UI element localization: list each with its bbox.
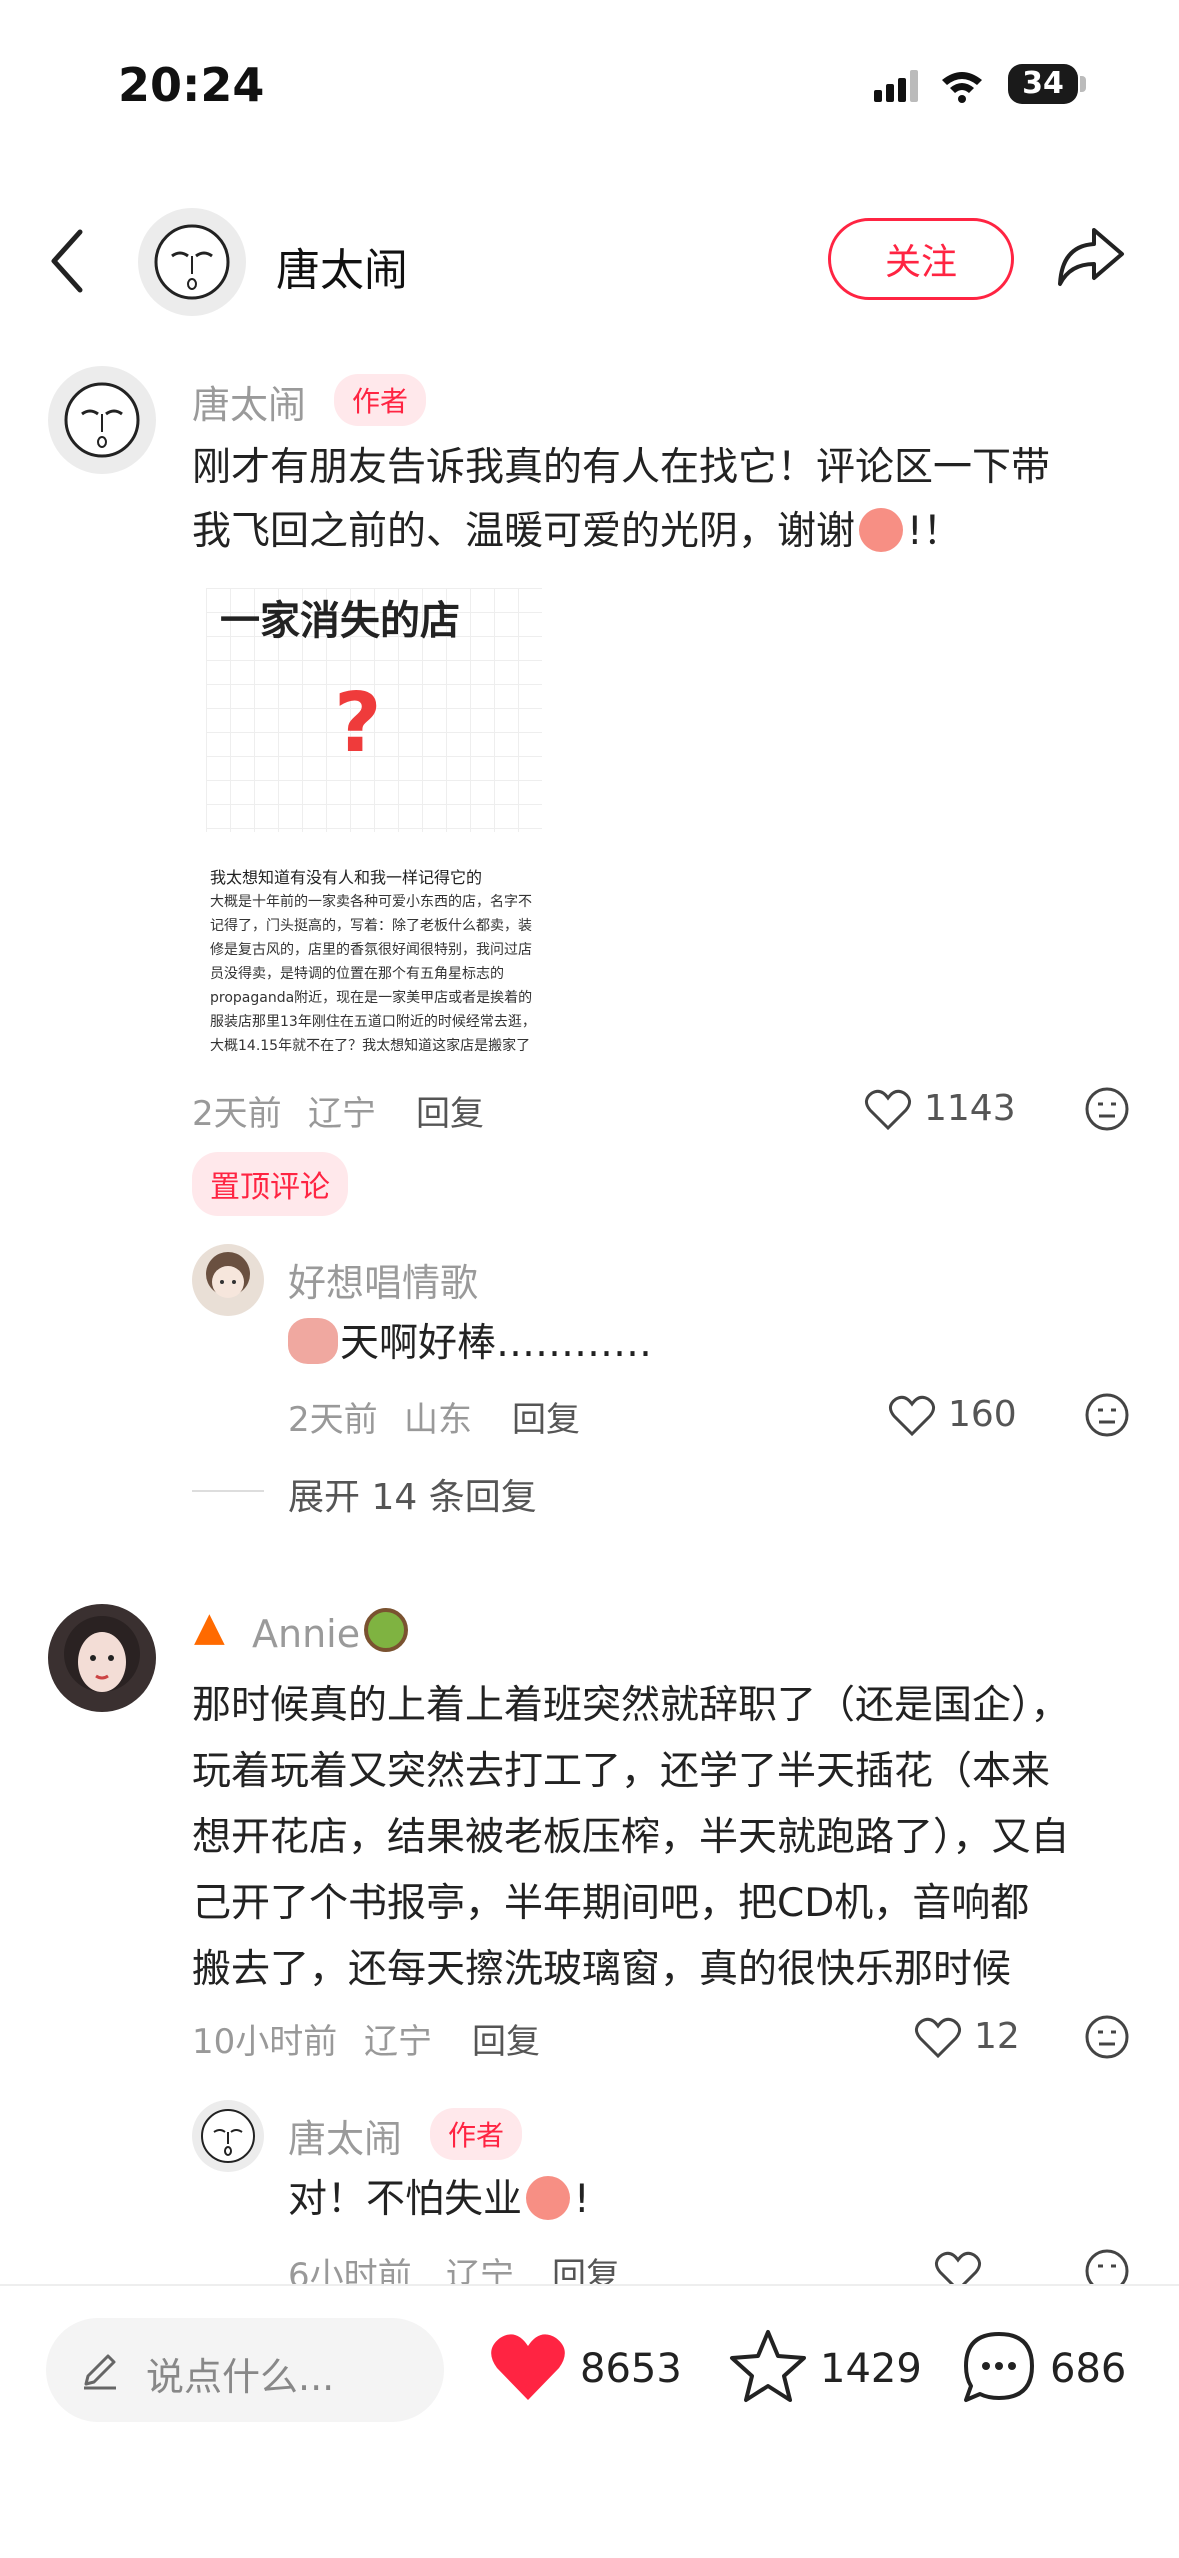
comment-text-line: 搬去了，还每天擦洗玻璃窗，真的很快乐那时候 (192, 1947, 1012, 1992)
dislike-face-icon[interactable] (1084, 1392, 1130, 1438)
reply-text: 天啊好棒………… (288, 1312, 652, 1376)
reply-text-segment: 对！不怕失业 (288, 2177, 523, 2222)
battery-level: 34 (1022, 66, 1064, 101)
author-name[interactable]: 唐太闹 (276, 234, 408, 298)
like-count: 1143 (924, 1088, 1016, 1129)
comment-text-segment: 我飞回之前的、温暖可爱的光阴，谢谢 (192, 509, 856, 554)
commenter-name[interactable]: Annie (252, 1612, 360, 1656)
like-count: 160 (948, 1394, 1017, 1435)
reply-location: 山东 (404, 1400, 472, 1440)
battery-cap (1080, 76, 1086, 92)
comment-location: 辽宁 (308, 1094, 376, 1134)
comment-text-line: 想开花店，结果被老板压榨，半天就跑路了），又自 (192, 1815, 1070, 1860)
back-icon[interactable] (48, 226, 88, 296)
comment-location: 辽宁 (364, 2022, 432, 2062)
star-icon[interactable] (728, 2328, 808, 2404)
replier-avatar[interactable] (192, 2100, 264, 2172)
laughing-emoji-icon (526, 2176, 571, 2220)
dislike-face-icon[interactable] (1084, 2014, 1130, 2060)
image-heading: 我太想知道有没有人和我一样记得它的 (210, 868, 483, 887)
replier-name[interactable]: 好想唱情歌 (288, 1252, 478, 1307)
replier-name[interactable]: 唐太闹 (288, 2108, 402, 2163)
girl-avatar-icon (206, 1252, 250, 1298)
post-star-count: 1429 (820, 2346, 922, 2392)
laughing-emoji-icon (859, 508, 904, 552)
photo-avatar-icon (64, 1616, 140, 1692)
comment-text-line: 己开了个书报亭，半年期间吧，把CD机，音响都 (192, 1881, 1030, 1926)
like-count: 12 (974, 2016, 1020, 2057)
commenter-name[interactable]: 唐太闹 (192, 374, 306, 429)
face-avatar-icon (154, 224, 230, 300)
share-icon[interactable] (1054, 224, 1126, 290)
crying-emoji-icon (288, 1318, 338, 1364)
kiwi-emoji-icon (364, 1608, 408, 1652)
comment-bubble-icon[interactable] (960, 2328, 1038, 2406)
comment-text-line: 那时候真的上着上着班突然就辞职了（还是国企）， (192, 1683, 1070, 1728)
comment-text-line: 我飞回之前的、温暖可爱的光阴，谢谢 !！ (192, 500, 962, 564)
reply-button[interactable]: 回复 (472, 2014, 540, 2063)
pencil-icon (84, 2354, 116, 2390)
replier-avatar[interactable] (192, 1244, 264, 1316)
commenter-avatar[interactable] (48, 1604, 156, 1712)
author-tag: 作者 (430, 2108, 523, 2160)
follow-button[interactable]: 关注 (828, 218, 1014, 300)
pinned-comment-tag: 置顶评论 (192, 1152, 348, 1216)
like-filled-heart-icon[interactable] (488, 2330, 568, 2404)
post-like-count: 8653 (580, 2346, 682, 2392)
comment-time: 10小时前 (192, 2022, 338, 2062)
author-avatar[interactable] (138, 208, 246, 316)
like-heart-icon[interactable] (888, 1394, 936, 1438)
image-title: 一家消失的店 (220, 598, 460, 644)
wifi-icon (942, 72, 982, 103)
commenter-avatar[interactable] (48, 366, 156, 474)
like-heart-icon[interactable] (914, 2016, 962, 2060)
reply-button[interactable]: 回复 (416, 1086, 484, 1135)
comment-text-line: 刚才有朋友告诉我真的有人在找它！评论区一下带 (192, 445, 1051, 490)
comment-image[interactable]: 一家消失的店 ? 我太想知道有没有人和我一样记得它的 大概是十年前的一家卖各种可… (206, 588, 542, 1062)
reply-text-segment: 天啊好棒………… (340, 1321, 653, 1366)
reply-text: 对！不怕失业! (288, 2168, 590, 2232)
dislike-face-icon[interactable] (1084, 1086, 1130, 1132)
comment-time: 2天前 (192, 1094, 282, 1134)
signal-wifi-icons (874, 70, 982, 103)
reply-time: 2天前 (288, 1400, 378, 1440)
reply-button[interactable]: 回复 (512, 1392, 580, 1441)
question-mark-icon: ? (334, 676, 382, 771)
post-comment-count: 686 (1050, 2346, 1127, 2392)
expand-replies-button[interactable]: 展开 14 条回复 (288, 1468, 537, 1520)
face-avatar-icon (201, 2109, 255, 2163)
author-tag: 作者 (334, 374, 427, 426)
comment-text-line: 玩着玩着又突然去打工了，还学了半天插花（本来 (192, 1749, 1051, 1794)
comment-input-placeholder[interactable]: 说点什么... (146, 2346, 334, 2401)
face-avatar-icon (64, 382, 140, 458)
fire-emoji-icon: ▲ (194, 1604, 225, 1650)
expand-divider (192, 1490, 264, 1492)
signal-icon (874, 70, 918, 102)
reply-text-segment: ! (574, 2177, 590, 2222)
image-body: 大概是十年前的一家卖各种可爱小东西的店，名字不记得了，门头挺高的，写着：除了老板… (210, 894, 536, 1054)
like-heart-icon[interactable] (864, 1088, 912, 1132)
status-time: 20:24 (118, 58, 265, 112)
comment-text-segment: !！ (907, 509, 962, 554)
